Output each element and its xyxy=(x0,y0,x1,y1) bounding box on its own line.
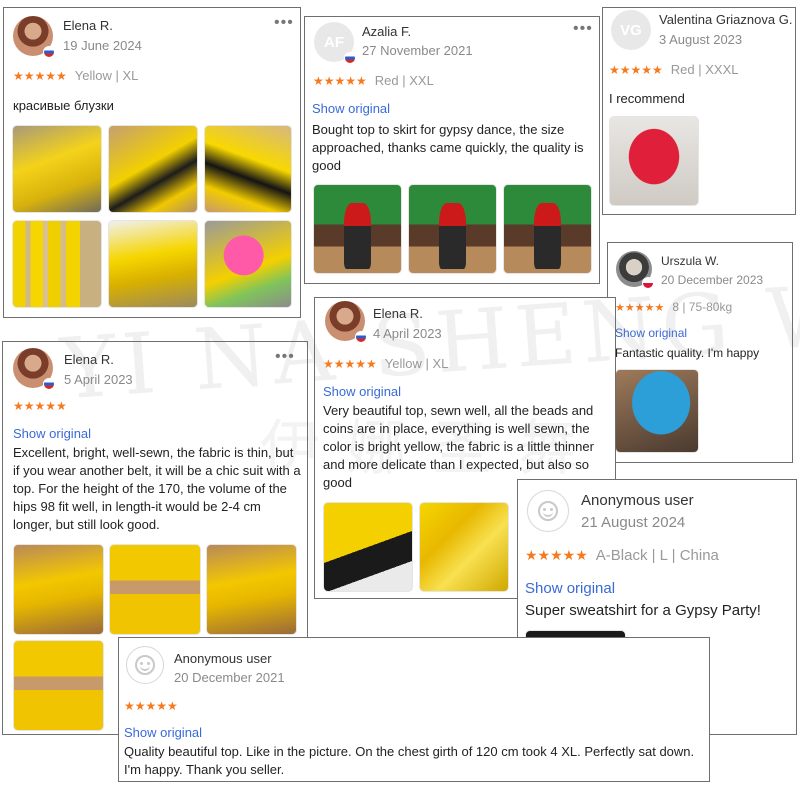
review-photo[interactable] xyxy=(503,184,592,274)
review-photo[interactable] xyxy=(13,544,104,635)
rating-row: ★★★★★ xyxy=(13,399,67,413)
star-rating-icon: ★★★★★ xyxy=(124,699,178,713)
avatar[interactable]: AF xyxy=(314,22,356,64)
more-options-icon[interactable]: ••• xyxy=(275,348,295,366)
review-card-1: Elena R. 19 June 2024 ••• ★★★★★ Yellow |… xyxy=(3,7,301,318)
review-date: 4 April 2023 xyxy=(373,326,442,341)
avatar[interactable]: VG xyxy=(611,10,651,50)
flag-ru-icon xyxy=(344,52,356,64)
star-rating-icon: ★★★★★ xyxy=(609,62,663,77)
show-original-link[interactable]: Show original xyxy=(615,326,687,340)
review-photo[interactable] xyxy=(12,220,102,308)
review-text: Fantastic quality. I'm happy xyxy=(615,346,760,360)
variant-info: Red | XXXL xyxy=(670,62,739,77)
flag-pl-icon xyxy=(642,277,654,289)
more-options-icon[interactable]: ••• xyxy=(274,14,294,32)
show-original-link[interactable]: Show original xyxy=(312,101,390,116)
review-photo[interactable] xyxy=(615,369,699,453)
reviewer-name: Elena R. xyxy=(63,18,113,33)
review-photo[interactable] xyxy=(313,184,402,274)
reviewer-name: Anonymous user xyxy=(174,651,272,666)
star-rating-icon: ★★★★★ xyxy=(13,68,67,83)
flag-ru-icon xyxy=(355,331,367,343)
review-date: 19 June 2024 xyxy=(63,38,142,53)
avatar xyxy=(126,646,164,684)
review-card-8: Anonymous user 20 December 2021 ★★★★★ Sh… xyxy=(118,637,710,782)
variant-info: Red | XXL xyxy=(374,73,434,88)
reviewer-name: Valentina Griaznova G. xyxy=(659,12,793,27)
rating-row: ★★★★★ 8 | 75-80kg xyxy=(615,300,732,314)
review-card-4: Urszula W. 20 December 2023 ★★★★★ 8 | 75… xyxy=(607,242,793,463)
review-photo[interactable] xyxy=(204,125,292,213)
review-photo[interactable] xyxy=(609,116,699,206)
rating-row: ★★★★★ xyxy=(124,699,178,713)
review-photo[interactable] xyxy=(323,502,413,592)
variant-info: 8 | 75-80kg xyxy=(672,300,733,314)
rating-row: ★★★★★ Red | XXL xyxy=(313,73,434,88)
review-photo[interactable] xyxy=(108,125,198,213)
review-date: 21 August 2024 xyxy=(581,514,686,531)
reviewer-name: Urszula W. xyxy=(661,254,720,268)
review-date: 20 December 2023 xyxy=(661,273,764,287)
review-photo[interactable] xyxy=(13,640,104,731)
flag-ru-icon xyxy=(43,46,55,58)
variant-info: Yellow | XL xyxy=(384,356,449,371)
anonymous-user-icon xyxy=(135,655,155,675)
review-photo[interactable] xyxy=(108,220,198,308)
review-photo[interactable] xyxy=(109,544,201,635)
show-original-link[interactable]: Show original xyxy=(525,580,615,597)
star-rating-icon: ★★★★★ xyxy=(313,73,367,88)
rating-row: ★★★★★ Yellow | XL xyxy=(13,68,138,83)
avatar[interactable] xyxy=(325,301,367,343)
variant-info: A-Black | L | China xyxy=(595,547,719,564)
star-rating-icon: ★★★★★ xyxy=(13,399,67,413)
review-photo[interactable] xyxy=(206,544,297,635)
rating-row: ★★★★★ Yellow | XL xyxy=(323,356,448,371)
variant-info: Yellow | XL xyxy=(74,68,139,83)
reviewer-name: Azalia F. xyxy=(362,24,412,39)
review-date: 5 April 2023 xyxy=(64,372,133,387)
review-date: 3 August 2023 xyxy=(659,32,743,47)
review-photo[interactable] xyxy=(12,125,102,213)
review-date: 27 November 2021 xyxy=(362,43,473,58)
review-text: Bought top to skirt for gypsy dance, the… xyxy=(312,122,584,173)
flag-ru-icon xyxy=(43,378,55,390)
avatar[interactable] xyxy=(13,16,55,58)
review-text: Excellent, bright, well-sewn, the fabric… xyxy=(13,445,301,532)
reviewer-name: Anonymous user xyxy=(581,492,694,509)
review-text: Super sweatshirt for a Gypsy Party! xyxy=(525,602,761,619)
review-photo[interactable] xyxy=(408,184,497,274)
star-rating-icon: ★★★★★ xyxy=(323,356,377,371)
review-card-3: VG Valentina Griaznova G. 3 August 2023 … xyxy=(602,7,796,215)
review-text: красивые блузки xyxy=(13,98,114,113)
show-original-link[interactable]: Show original xyxy=(13,426,91,441)
star-rating-icon: ★★★★★ xyxy=(615,301,665,314)
review-date: 20 December 2021 xyxy=(174,670,285,685)
review-text: Quality beautiful top. Like in the pictu… xyxy=(124,744,695,777)
rating-row: ★★★★★ A-Black | L | China xyxy=(525,547,719,564)
show-original-link[interactable]: Show original xyxy=(323,384,401,399)
avatar-initials: AF xyxy=(324,33,344,51)
avatar-initials: VG xyxy=(620,21,642,39)
review-photo[interactable] xyxy=(419,502,509,592)
review-photo[interactable] xyxy=(204,220,292,308)
rating-row: ★★★★★ Red | XXXL xyxy=(609,62,739,77)
star-rating-icon: ★★★★★ xyxy=(525,547,588,563)
review-card-2: AF Azalia F. 27 November 2021 ••• ★★★★★ … xyxy=(304,16,600,284)
anonymous-user-icon xyxy=(538,501,558,521)
avatar xyxy=(527,490,569,532)
more-options-icon[interactable]: ••• xyxy=(573,20,593,38)
review-text: I recommend xyxy=(609,91,685,106)
avatar[interactable] xyxy=(616,251,654,289)
reviewer-name: Elena R. xyxy=(64,352,114,367)
avatar[interactable] xyxy=(13,348,55,390)
reviewer-name: Elena R. xyxy=(373,306,423,321)
show-original-link[interactable]: Show original xyxy=(124,725,202,740)
